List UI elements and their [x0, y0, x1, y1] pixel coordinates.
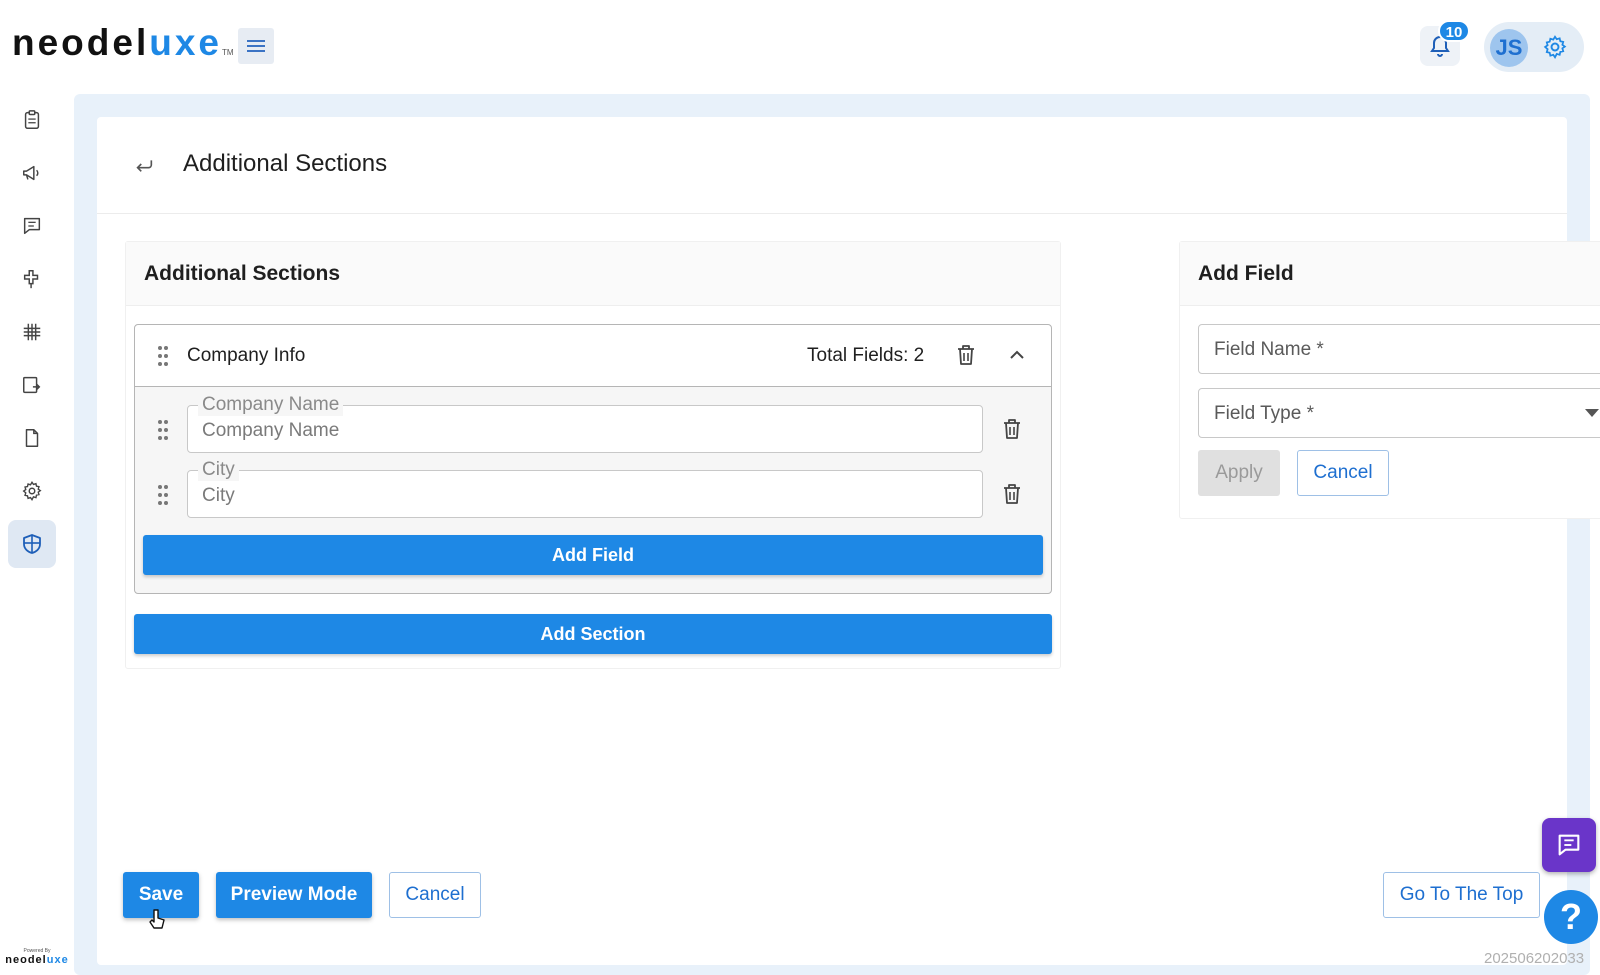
additional-sections-panel: Additional Sections Company Info Total F…	[125, 241, 1061, 669]
user-menu[interactable]: JS	[1484, 22, 1584, 72]
field-type-placeholder: Field Type *	[1214, 403, 1314, 424]
section-header[interactable]: Company Info Total Fields: 2	[135, 325, 1051, 387]
sidebar-item-documents[interactable]	[8, 414, 56, 462]
powered-by-logo: neodeluxe	[5, 954, 69, 966]
apply-button[interactable]: Apply	[1198, 450, 1280, 496]
top-bar: neodeluxeTM 10 JS	[0, 0, 1600, 92]
sidebar-item-security[interactable]	[8, 520, 56, 568]
drag-handle-icon[interactable]	[157, 345, 169, 367]
app-logo[interactable]: neodeluxeTM	[12, 22, 234, 64]
chat-button[interactable]	[1542, 818, 1596, 872]
sidebar-item-grid[interactable]	[8, 308, 56, 356]
city-field[interactable]: City City	[187, 459, 983, 518]
field-row: Company Name Company Name	[135, 394, 1053, 455]
help-button[interactable]: ?	[1544, 890, 1598, 944]
field-value: Company Name	[202, 420, 340, 441]
field-name-placeholder: Field Name *	[1214, 339, 1324, 360]
panel-title: Add Field	[1180, 242, 1600, 306]
connector-icon	[23, 270, 39, 289]
sidebar	[0, 92, 74, 975]
delete-field-trash-icon[interactable]	[1001, 417, 1023, 441]
hamburger-icon	[247, 40, 265, 52]
cancel-add-field-button[interactable]: Cancel	[1297, 450, 1389, 496]
total-fields-count: Total Fields: 2	[807, 345, 925, 366]
dropdown-caret-icon	[1585, 409, 1599, 417]
go-to-top-button[interactable]: Go To The Top	[1383, 872, 1540, 918]
form-share-icon	[23, 376, 41, 394]
avatar[interactable]: JS	[1490, 29, 1528, 67]
chevron-up-icon[interactable]	[1007, 345, 1027, 365]
clipboard-icon	[24, 110, 40, 129]
drag-handle-icon[interactable]	[157, 419, 169, 441]
cancel-button[interactable]: Cancel	[389, 872, 481, 918]
build-version: 202506202033	[1484, 950, 1585, 967]
document-icon	[25, 429, 39, 447]
company-name-field[interactable]: Company Name Company Name	[187, 394, 983, 453]
field-value: City	[202, 485, 235, 506]
powered-by: Powered By neodeluxe	[5, 948, 69, 966]
section-card: Company Info Total Fields: 2 Company Nam…	[134, 324, 1052, 594]
mouse-pointer-icon	[149, 909, 165, 929]
sidebar-item-integrations[interactable]	[8, 255, 56, 303]
delete-section-trash-icon[interactable]	[955, 343, 977, 367]
back-arrow-icon[interactable]	[133, 153, 155, 175]
sidebar-item-clipboard[interactable]	[8, 96, 56, 144]
add-field-panel: Add Field Field Name * Field Type * Appl…	[1179, 241, 1600, 519]
shield-icon	[23, 534, 41, 554]
add-field-button[interactable]: Add Field	[143, 535, 1043, 575]
chat-icon	[1558, 834, 1580, 856]
drag-handle-icon[interactable]	[157, 484, 169, 506]
sidebar-item-messages[interactable]	[8, 202, 56, 250]
sidebar-item-form-share[interactable]	[8, 361, 56, 409]
page-title: Additional Sections	[183, 150, 388, 177]
sidebar-item-settings[interactable]	[8, 467, 56, 515]
megaphone-icon	[23, 165, 39, 181]
main-card: Additional Sections Additional Sections …	[97, 117, 1600, 965]
field-legend: Company Name	[198, 394, 344, 416]
delete-field-trash-icon[interactable]	[1001, 482, 1023, 506]
field-legend: City	[198, 459, 239, 481]
field-type-select[interactable]: Field Type *	[1198, 388, 1600, 438]
field-row: City City	[135, 459, 1053, 520]
add-section-button[interactable]: Add Section	[134, 614, 1052, 654]
page-header: Additional Sections	[97, 117, 1567, 214]
sidebar-item-campaigns[interactable]	[8, 149, 56, 197]
notification-count-badge: 10	[1438, 20, 1470, 42]
field-name-input[interactable]: Field Name *	[1198, 324, 1600, 374]
panel-title: Additional Sections	[126, 242, 1060, 306]
section-name: Company Info	[187, 345, 306, 366]
gear-icon	[22, 481, 42, 502]
settings-gear-icon[interactable]	[1542, 34, 1568, 60]
message-icon	[23, 217, 41, 235]
menu-toggle-button[interactable]	[238, 28, 274, 64]
preview-mode-button[interactable]: Preview Mode	[216, 872, 372, 918]
grid-icon	[23, 323, 41, 341]
